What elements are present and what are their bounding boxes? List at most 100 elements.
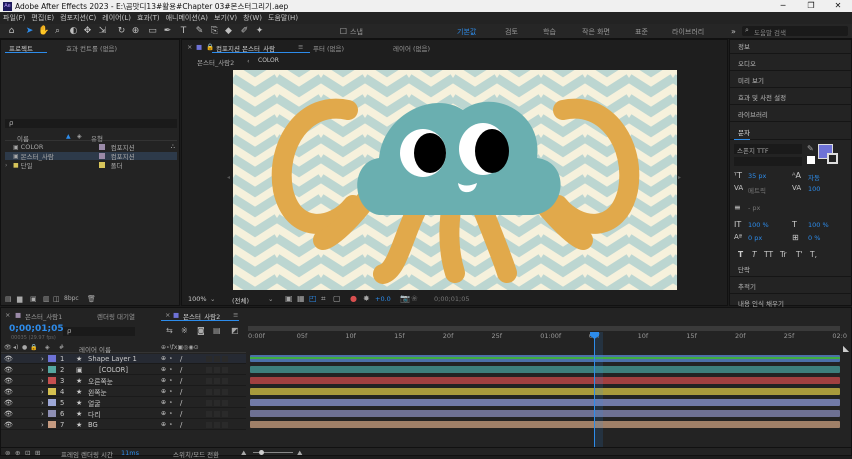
workspace-default[interactable]: 기본값: [457, 27, 476, 37]
breadcrumb-current[interactable]: COLOR: [258, 57, 279, 64]
character-panel-title[interactable]: 문자: [730, 126, 852, 140]
libraries-panel-tab[interactable]: 라이브러리: [730, 108, 852, 122]
selection-tool-icon[interactable]: ➤: [24, 26, 35, 37]
menu-animation[interactable]: 애니메이션(A): [166, 13, 208, 23]
tracking-value[interactable]: 100: [808, 185, 820, 193]
faux-italic-button[interactable]: T: [752, 250, 757, 259]
close-tab-icon[interactable]: ×: [187, 43, 192, 51]
toggle-switches-button[interactable]: 스위치/모드 전환: [173, 449, 219, 459]
time-ruler[interactable]: 0:00f05f10f15f20f25f01:00f05f10f15f20f25…: [248, 332, 847, 342]
bit-depth-label[interactable]: 8bpc: [64, 295, 79, 302]
channel-rgb-icon[interactable]: ●: [350, 294, 357, 303]
info-panel-tab[interactable]: 정보: [730, 40, 852, 54]
help-search-input[interactable]: ⌕ 도움말 검색: [742, 26, 848, 37]
layer-duration-bar[interactable]: [250, 377, 840, 384]
menu-view[interactable]: 보기(V): [214, 13, 237, 23]
orbit-tool-icon[interactable]: ◐: [68, 26, 79, 37]
subscript-button[interactable]: T,: [810, 250, 817, 259]
project-search-input[interactable]: ρ: [5, 119, 177, 128]
zoom-in-icon[interactable]: ⛰: [297, 449, 302, 458]
layer-name-column[interactable]: 레이어 이름: [79, 344, 111, 354]
superscript-button[interactable]: T': [796, 250, 803, 259]
zoom-tool-icon[interactable]: ⌕: [52, 26, 63, 37]
minimize-button[interactable]: ─: [769, 0, 797, 12]
layer-search-input[interactable]: ρ: [63, 327, 135, 336]
breadcrumb-parent[interactable]: 몬스터_사람2: [197, 57, 234, 67]
home-icon[interactable]: ⌂: [6, 26, 17, 37]
composition-canvas[interactable]: [233, 70, 677, 290]
project-item[interactable]: ▣ COLOR 컴포지션 ⛬: [5, 143, 177, 152]
clone-tool-icon[interactable]: ⎘: [209, 26, 220, 37]
timeline-navigator-icon[interactable]: ◣: [843, 344, 849, 353]
rotate-tool-icon[interactable]: ↻: [116, 26, 127, 37]
close-tab-icon[interactable]: ×: [165, 311, 170, 319]
small-caps-button[interactable]: Tr: [780, 250, 787, 259]
snapshot-icon[interactable]: 📷: [400, 294, 410, 303]
lock-icon[interactable]: ■: [196, 43, 202, 51]
preview-panel-tab[interactable]: 미리 보기: [730, 74, 852, 88]
comp-mini-flowchart-icon[interactable]: ⇆: [166, 326, 173, 335]
menu-file[interactable]: 파일(F): [3, 13, 25, 23]
snap-checkbox-icon[interactable]: ☐: [338, 26, 349, 37]
show-snapshot-icon[interactable]: ❀: [411, 294, 418, 303]
tab-layer[interactable]: 레이어 (없음): [393, 43, 430, 53]
frame-blending-icon[interactable]: ▤: [213, 326, 221, 335]
interpret-footage-icon[interactable]: ▤: [5, 295, 12, 303]
new-folder-icon[interactable]: ▆: [17, 295, 22, 303]
trash-icon[interactable]: 🗑: [87, 295, 96, 303]
dolly-tool-icon[interactable]: ⇲: [97, 26, 108, 37]
restore-button[interactable]: ❐: [797, 0, 825, 12]
grid-guides-icon[interactable]: ⌗: [321, 294, 326, 304]
layer-duration-bar[interactable]: [250, 410, 840, 417]
tracker-panel-tab[interactable]: 추적기: [730, 280, 852, 294]
menu-effect[interactable]: 효과(T): [137, 13, 160, 23]
project-settings-icon[interactable]: ▥: [43, 295, 50, 303]
pen-tool-icon[interactable]: ✒: [162, 26, 173, 37]
resolution-select[interactable]: (전체): [232, 295, 249, 305]
zoom-slider-handle[interactable]: [259, 450, 264, 455]
menu-layer[interactable]: 레이어(L): [102, 13, 131, 23]
draft-3d-icon[interactable]: ※: [181, 326, 188, 335]
exposure-value[interactable]: +0.0: [375, 295, 391, 303]
paragraph-panel-tab[interactable]: 단락: [730, 263, 852, 277]
brush-tool-icon[interactable]: ✎: [194, 26, 205, 37]
color-depth-icon[interactable]: ◫: [53, 295, 60, 303]
puppet-tool-icon[interactable]: ✦: [254, 26, 265, 37]
mask-visibility-icon[interactable]: ◰: [309, 294, 317, 303]
workspace-learn[interactable]: 학습: [543, 27, 556, 37]
project-item[interactable]: ▣ 몬스터_사람 컴포지션: [5, 152, 177, 161]
faux-bold-button[interactable]: T: [738, 250, 743, 259]
graph-editor-icon[interactable]: ◩: [231, 326, 239, 335]
viewer-timecode[interactable]: 0;00;01;05: [434, 295, 470, 303]
menu-edit[interactable]: 편집(E): [31, 13, 54, 23]
flowchart-icon[interactable]: ⛬: [171, 143, 175, 151]
eraser-tool-icon[interactable]: ◆: [223, 26, 234, 37]
close-button[interactable]: ✕: [824, 0, 852, 12]
rectangle-tool-icon[interactable]: ▭: [147, 26, 158, 37]
current-time-display[interactable]: 0;00;01;05: [9, 324, 64, 334]
tab-effect-controls[interactable]: 효과 컨트롤 (없음): [66, 43, 117, 53]
menu-help[interactable]: 도움말(H): [268, 13, 298, 23]
all-caps-button[interactable]: TT: [764, 250, 773, 259]
type-tool-icon[interactable]: T: [178, 26, 189, 37]
eyedropper-icon[interactable]: ✎: [807, 144, 814, 153]
close-tab-icon[interactable]: ×: [5, 311, 10, 319]
guides-icon[interactable]: ▢: [333, 294, 341, 303]
menu-composition[interactable]: 컴포지션(C): [60, 13, 96, 23]
tab-render-queue[interactable]: 렌더링 대기열: [97, 311, 135, 321]
kerning-value[interactable]: 메트릭: [748, 185, 766, 195]
font-family-select[interactable]: 스폰지 TTF: [734, 144, 802, 155]
workspace-small-screen[interactable]: 작은 화면: [582, 27, 610, 37]
fill-color-swatch[interactable]: [807, 156, 815, 164]
transparency-grid-icon[interactable]: ▦: [297, 294, 305, 303]
lock-icon[interactable]: 🔒: [206, 43, 214, 51]
zoom-out-icon[interactable]: ⛰: [241, 449, 246, 458]
font-size-value[interactable]: 35 px: [748, 172, 766, 180]
leading-value[interactable]: 자동: [808, 172, 820, 182]
workspace-libraries[interactable]: 라이브러리: [672, 27, 704, 37]
hand-tool-icon[interactable]: ✋: [38, 26, 49, 37]
new-comp-icon[interactable]: ▣: [30, 295, 37, 303]
pan-tool-icon[interactable]: ✥: [82, 26, 93, 37]
tab-menu-icon[interactable]: ≡: [298, 43, 303, 51]
region-of-interest-icon[interactable]: ▣: [285, 294, 293, 303]
